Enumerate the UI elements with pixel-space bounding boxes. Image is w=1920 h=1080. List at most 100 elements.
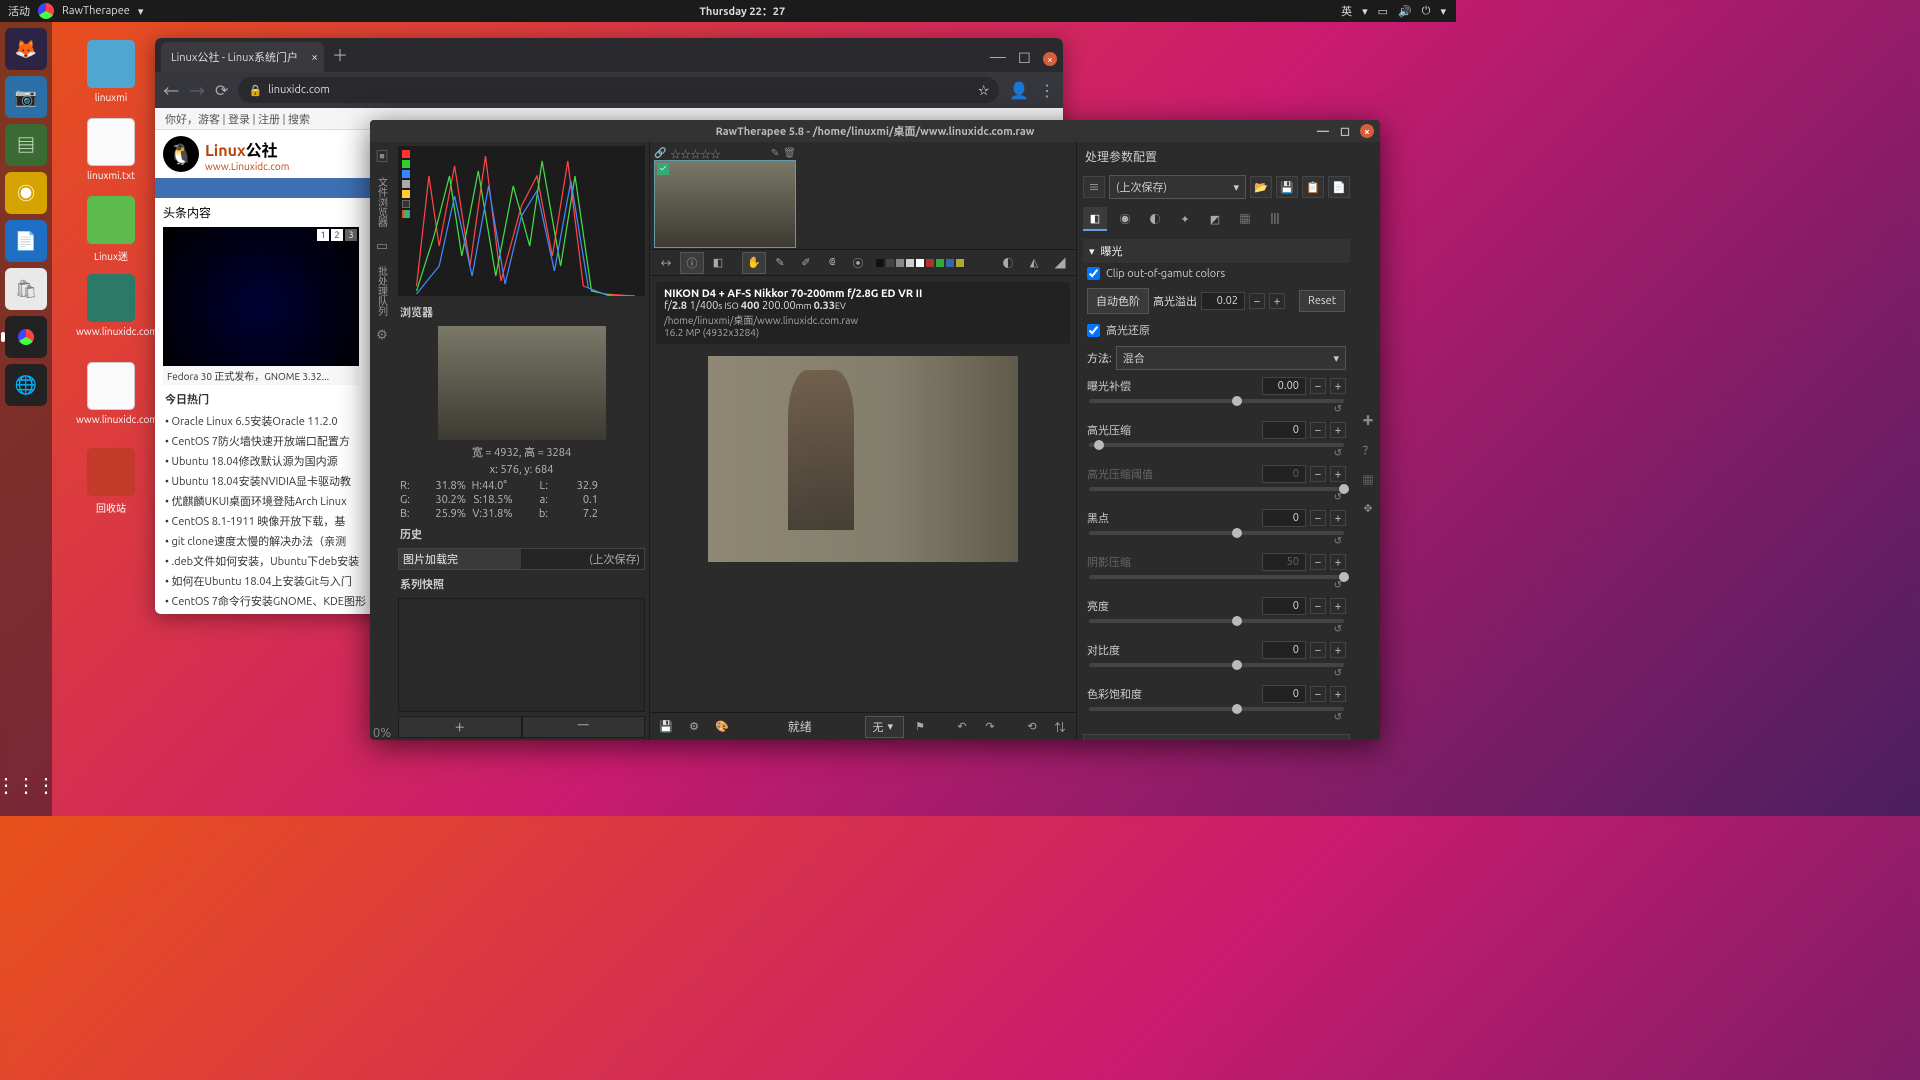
rt-maximize-icon[interactable]: ◻ xyxy=(1338,124,1352,138)
profile-icon[interactable]: 👤 xyxy=(1009,81,1029,100)
folder-icon[interactable]: ▭ xyxy=(376,239,388,254)
straighten-icon[interactable]: ⦿ xyxy=(846,252,870,274)
reset-button[interactable]: Reset xyxy=(1299,290,1345,312)
arrow-tool-icon[interactable]: ↔ xyxy=(654,252,678,274)
power-icon[interactable]: ⏻ xyxy=(1422,5,1431,18)
desktop-item-raw[interactable]: www.linuxidc.com.raw xyxy=(76,274,146,337)
plus-button[interactable]: + xyxy=(1330,466,1346,482)
queue-tab[interactable]: 批处理队列 xyxy=(375,266,390,316)
launcher-rawtherapee[interactable] xyxy=(5,316,47,358)
launcher-screenshot[interactable]: 📷 xyxy=(5,76,47,118)
star-icon[interactable]: ☆ xyxy=(978,82,989,98)
rt-minimize-icon[interactable]: — xyxy=(1316,124,1330,138)
page-1[interactable]: 1 xyxy=(317,229,329,241)
show-applications[interactable]: ⋮⋮⋮ xyxy=(5,764,47,806)
launcher-document[interactable]: ▤ xyxy=(5,124,47,166)
highlight-spill-value[interactable]: 0.02 xyxy=(1201,292,1245,310)
trash-icon[interactable]: 🗑 xyxy=(783,147,796,159)
clip-gamut-checkbox[interactable] xyxy=(1087,267,1100,280)
fullscreen-icon[interactable]: ✥ xyxy=(1363,502,1372,515)
hl-recon-checkbox[interactable] xyxy=(1087,324,1100,337)
new-tab-button[interactable]: ＋ xyxy=(332,42,348,72)
desktop-item-folder[interactable]: linuxmi xyxy=(76,40,146,103)
minus-button[interactable]: − xyxy=(1310,378,1326,394)
save-icon[interactable]: 💾 xyxy=(654,716,678,738)
address-bar[interactable]: 🔒 linuxidc.com ☆ xyxy=(238,77,999,103)
undo-icon[interactable]: ⟲ xyxy=(1020,716,1044,738)
launcher-firefox[interactable]: 🦊 xyxy=(5,28,47,70)
profile-copy-icon[interactable]: 📋 xyxy=(1302,176,1324,198)
param-value[interactable]: 0.00 xyxy=(1262,377,1306,395)
tab-exposure-icon[interactable]: ◧ xyxy=(1083,207,1107,231)
launcher-music[interactable]: ◉ xyxy=(5,172,47,214)
profile-save-icon[interactable]: 💾 xyxy=(1276,176,1298,198)
rotate-left-icon[interactable]: ↶ xyxy=(950,716,974,738)
activities-button[interactable]: 活动 xyxy=(8,3,30,19)
plus-button[interactable]: + xyxy=(1330,510,1346,526)
reload-icon[interactable]: ⟳ xyxy=(215,81,228,100)
info-toggle-icon[interactable]: ⓘ xyxy=(680,252,704,274)
ime-indicator[interactable]: 英 xyxy=(1341,3,1352,19)
window-minimize-icon[interactable]: — xyxy=(984,48,1012,72)
param-value[interactable]: 0 xyxy=(1262,597,1306,615)
rotate-right-icon[interactable]: ↷ xyxy=(978,716,1002,738)
plus-button[interactable]: + xyxy=(1330,686,1346,702)
hand-tool-icon[interactable]: ✋ xyxy=(742,252,766,274)
window-maximize-icon[interactable]: ◻ xyxy=(1012,47,1037,72)
param-value[interactable]: 50 xyxy=(1262,553,1306,571)
plus-button[interactable]: + xyxy=(1330,554,1346,570)
layout-icon[interactable]: ▦ xyxy=(1363,472,1374,488)
soft-proof-icon[interactable]: ◐ xyxy=(996,252,1020,274)
minus-button[interactable]: − xyxy=(1310,554,1326,570)
reset-icon[interactable]: ↺ xyxy=(1087,403,1346,415)
plus-button[interactable]: + xyxy=(1269,293,1285,309)
reset-icon[interactable]: ↺ xyxy=(1087,667,1346,679)
reset-icon[interactable]: ↺ xyxy=(1087,535,1346,547)
filmstrip-item[interactable]: 🔗 ☆☆☆☆☆ ✎ 🗑 ✓ xyxy=(654,146,796,248)
method-select[interactable]: 混合▾ xyxy=(1116,346,1346,370)
plus-button[interactable]: + xyxy=(1330,642,1346,658)
tab-raw-icon[interactable]: ▦ xyxy=(1233,207,1257,231)
param-slider[interactable] xyxy=(1089,399,1344,403)
help-icon[interactable]: ？ xyxy=(1363,442,1374,458)
external-editor-icon[interactable]: 🎨 xyxy=(710,716,734,738)
minus-button[interactable]: − xyxy=(1310,642,1326,658)
minus-button[interactable]: − xyxy=(1310,686,1326,702)
param-value[interactable]: 0 xyxy=(1262,685,1306,703)
page-3[interactable]: 3 xyxy=(345,229,357,241)
file-browser-tab[interactable]: 文件浏览器 xyxy=(375,177,390,227)
desktop-item-trash[interactable]: 回收站 xyxy=(76,448,146,515)
launcher-writer[interactable]: 📄 xyxy=(5,220,47,262)
image-preview[interactable] xyxy=(650,350,1076,712)
launcher-chrome[interactable]: 🌐 xyxy=(5,364,47,406)
wb-picker-icon[interactable]: ✐ xyxy=(794,252,818,274)
window-close-icon[interactable]: × xyxy=(1043,52,1057,66)
clip-shadow-icon[interactable]: ◢ xyxy=(1048,252,1072,274)
gamut-check-icon[interactable]: ◭ xyxy=(1022,252,1046,274)
history-list[interactable]: 图片加载完 (上次保存) xyxy=(398,548,645,570)
param-slider[interactable] xyxy=(1089,619,1344,623)
page-2[interactable]: 2 xyxy=(331,229,343,241)
param-slider[interactable] xyxy=(1089,707,1344,711)
tab-close-icon[interactable]: × xyxy=(311,51,318,64)
clock[interactable]: Thursday 22：27 xyxy=(143,3,1341,19)
auto-tone-curve-button[interactable]: Auto-Matched Tone Curve xyxy=(1083,734,1350,740)
nav-back-icon[interactable]: ← xyxy=(163,78,179,102)
navigator-thumbnail[interactable] xyxy=(394,324,649,442)
param-slider[interactable] xyxy=(1089,443,1344,447)
profile-mode-icon[interactable]: ≡ xyxy=(1083,176,1105,198)
before-after-icon[interactable]: ◧ xyxy=(706,252,730,274)
tab-transform-icon[interactable]: ◩ xyxy=(1203,207,1227,231)
desktop-item-linuxmi[interactable]: Linux迷 xyxy=(76,196,146,263)
param-slider[interactable] xyxy=(1089,663,1344,667)
minus-button[interactable]: − xyxy=(1310,510,1326,526)
minus-button[interactable]: − xyxy=(1310,598,1326,614)
snapshot-add-button[interactable]: ＋ xyxy=(398,716,522,738)
param-slider[interactable] xyxy=(1089,575,1344,579)
history-row[interactable]: 图片加载完 (上次保存) xyxy=(398,548,645,570)
profile-load-icon[interactable]: 📂 xyxy=(1250,176,1272,198)
flag-icon[interactable]: ⚑ xyxy=(908,716,932,738)
tab-advanced-icon[interactable]: ✦ xyxy=(1173,207,1197,231)
preview-bg-swatches[interactable] xyxy=(876,259,964,267)
reset-icon[interactable]: ↺ xyxy=(1087,711,1346,723)
